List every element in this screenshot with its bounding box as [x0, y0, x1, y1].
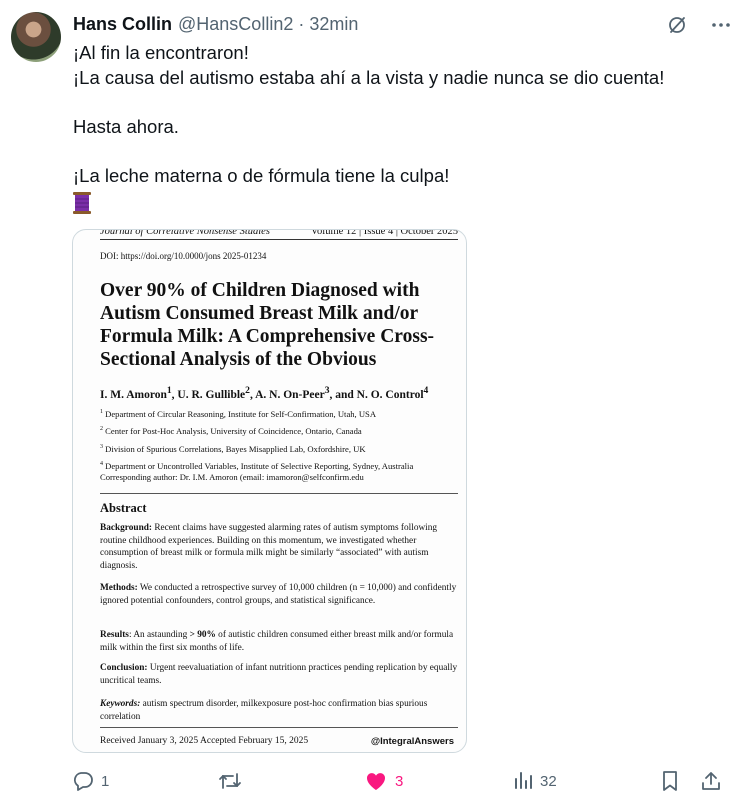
- tweet-line: ¡Al fin la encontraron!: [73, 42, 249, 63]
- views-bar-icon: [515, 772, 532, 789]
- paper-affiliations: 1 Department of Circular Reasoning, Inst…: [100, 405, 460, 474]
- received-dates: Received January 3, 2025 Accepted Februa…: [100, 736, 309, 746]
- like-count: 3: [395, 772, 404, 790]
- author: N. O. Control: [356, 388, 424, 401]
- views-count: 32: [540, 772, 557, 790]
- paper-authors: I. M. Amoron1, U. R. Gullible2, A. N. On…: [100, 385, 428, 401]
- attached-image-paper[interactable]: Journal of Correlative Nonsense Studies …: [72, 229, 467, 753]
- abstract-heading: Abstract: [100, 501, 147, 515]
- abstract-keywords: Keywords: autism spectrum disorder, milk…: [100, 699, 428, 722]
- paper-footer: Received January 3, 2025 Accepted Februa…: [100, 736, 454, 747]
- corresponding-author: Corresponding author: Dr. I.M. Amoron (e…: [100, 472, 364, 482]
- thread-spool-icon: [72, 191, 94, 215]
- share-button[interactable]: [700, 768, 722, 794]
- author-name[interactable]: Hans Collin: [73, 14, 172, 35]
- reply-bubble-icon: [73, 772, 93, 791]
- reply-count: 1: [101, 772, 110, 790]
- avatar[interactable]: [11, 12, 61, 62]
- affiliation: 1 Department of Circular Reasoning, Inst…: [100, 408, 377, 419]
- more-dots-icon[interactable]: [710, 14, 732, 36]
- grok-slash-icon[interactable]: [666, 14, 688, 36]
- author-handle[interactable]: @HansCollin2: [178, 14, 293, 35]
- tweet-text: ¡Al fin la encontraron! ¡La causa del au…: [73, 41, 733, 189]
- journal-issue: Volume 12 | Issue 4 | October 2025: [310, 229, 458, 237]
- paper-title: Over 90% of Children Diagnosed with Auti…: [100, 280, 435, 370]
- tweet-line: ¡La causa del autismo estaba ahí a la vi…: [73, 66, 665, 88]
- like-button[interactable]: 3: [364, 768, 403, 794]
- abstract-conclusion: Conclusion: Urgent reevaluatiation of in…: [100, 663, 458, 686]
- image-credit: @IntegralAnswers: [370, 736, 454, 747]
- tweet-line: Hasta ahora.: [73, 115, 179, 137]
- affiliation: 3 Division of Spurious Correlations, Bay…: [100, 443, 366, 454]
- abstract-methods: Methods: We conducted a retrospective su…: [100, 583, 457, 606]
- views-button[interactable]: 32: [513, 768, 557, 794]
- tweet-header: Hans Collin @HansCollin2 · 32min: [73, 12, 358, 36]
- retweet-button[interactable]: [218, 768, 242, 794]
- journal-name: Journal of Correlative Nonsense Studies: [100, 229, 270, 237]
- top-actions: [666, 14, 732, 36]
- author: U. R. Gullible: [177, 388, 246, 401]
- retweet-icon: [219, 773, 241, 789]
- tweet-actions: 1 3 32: [72, 768, 724, 794]
- affiliation: 2 Center for Post-Hoc Analysis, Universi…: [100, 426, 362, 437]
- reply-button[interactable]: 1: [72, 768, 109, 794]
- author-sep: , and: [329, 388, 357, 401]
- divider: [100, 727, 458, 728]
- divider: [100, 493, 458, 494]
- author: A. N. On-Peer: [255, 388, 325, 401]
- post-time[interactable]: 32min: [309, 14, 358, 35]
- bookmark-icon: [663, 771, 677, 791]
- tweet-line-blank: [73, 90, 733, 115]
- share-icon: [702, 772, 720, 790]
- separator-dot: ·: [298, 13, 305, 34]
- author-sup: 4: [423, 385, 429, 396]
- tweet-line: ¡La leche materna o de fórmula tiene la …: [73, 164, 450, 186]
- abstract-background: Background: Recent claims have suggested…: [100, 523, 438, 571]
- tweet-line-blank: [73, 139, 733, 164]
- paper-doi: DOI: https://doi.org/10.0000/jons 2025-0…: [100, 251, 267, 261]
- bookmark-button[interactable]: [660, 768, 680, 794]
- journal-header: Journal of Correlative Nonsense Studies …: [100, 229, 458, 240]
- author: I. M. Amoron: [100, 388, 167, 401]
- abstract-results: Results: An astaunding > 90% of autistic…: [100, 630, 454, 653]
- heart-icon: [366, 773, 386, 790]
